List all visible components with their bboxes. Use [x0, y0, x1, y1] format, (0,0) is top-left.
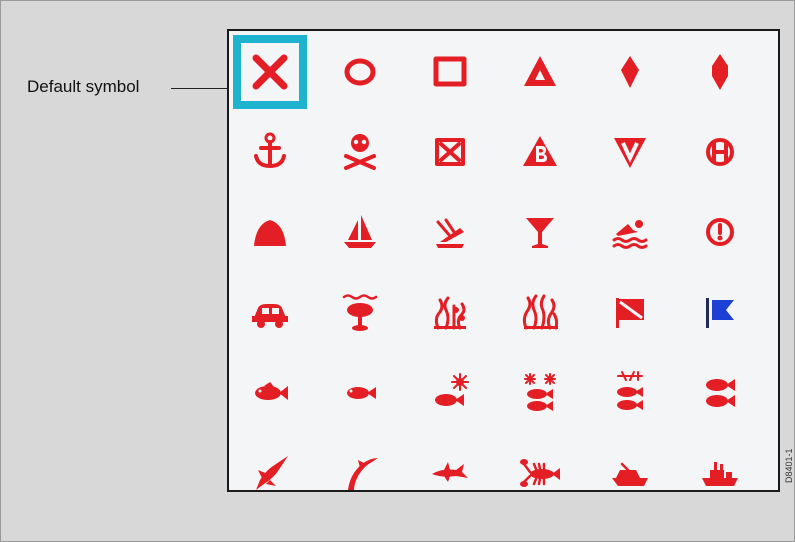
symbol-fish-small[interactable]	[323, 355, 397, 429]
symbol-square[interactable]	[413, 35, 487, 109]
symbol-fish-sun[interactable]	[413, 355, 487, 429]
symbol-shark[interactable]	[413, 435, 487, 509]
fish-sun-icon	[435, 373, 469, 406]
symbol-two-fish[interactable]	[683, 355, 757, 429]
diamond-icon	[621, 56, 639, 88]
kelp-icon	[522, 294, 559, 330]
fish-icon	[255, 382, 288, 400]
two-fish-stars-icon	[524, 373, 556, 411]
symbol-fish[interactable]	[233, 355, 307, 429]
symbol-diamond[interactable]	[593, 35, 667, 109]
boxed-x-icon	[435, 138, 465, 166]
symbol-sailboat[interactable]	[323, 195, 397, 269]
dive-flag-icon	[616, 298, 644, 328]
symbol-two-fish-stars[interactable]	[503, 355, 577, 429]
alpha-flag-icon	[706, 298, 734, 328]
triangle-icon	[524, 56, 556, 86]
symbol-ship[interactable]	[683, 435, 757, 509]
triangle-b-icon	[523, 136, 557, 166]
circle-exclamation-icon	[706, 218, 734, 246]
symbol-cocktail[interactable]	[503, 195, 577, 269]
shark-icon	[432, 462, 468, 482]
symbol-circle-h[interactable]	[683, 115, 757, 189]
symbol-dive-flag[interactable]	[593, 275, 667, 349]
fish-small-icon	[347, 387, 376, 399]
symbol-skull-crossbones[interactable]	[323, 115, 397, 189]
dolphin-icon	[348, 458, 378, 490]
symbol-powerboat[interactable]	[593, 435, 667, 509]
rock-icon	[254, 220, 286, 246]
symbol-swimmer[interactable]	[593, 195, 667, 269]
two-fish-icon	[706, 379, 735, 407]
symbol-x-mark[interactable]	[233, 35, 307, 109]
two-fish-sun-icon	[617, 371, 643, 410]
symbol-lobster[interactable]	[503, 435, 577, 509]
default-symbol-callout-label: Default symbol	[27, 77, 140, 96]
x-mark-icon	[252, 54, 288, 90]
figure-canvas: Default symbol D8401-1	[0, 0, 795, 542]
symbol-palette	[227, 29, 780, 492]
symbol-two-fish-sun[interactable]	[593, 355, 667, 429]
symbol-triangle-down-v[interactable]	[593, 115, 667, 189]
skull-crossbones-icon	[344, 134, 376, 170]
swimmer-icon	[612, 220, 648, 249]
symbol-rock[interactable]	[233, 195, 307, 269]
symbol-car[interactable]	[233, 275, 307, 349]
circle-h-icon	[706, 138, 734, 166]
symbol-alpha-flag[interactable]	[683, 275, 757, 349]
symbol-palm-tree[interactable]	[323, 275, 397, 349]
symbol-wreck[interactable]	[413, 195, 487, 269]
symbol-triangle-b[interactable]	[503, 115, 577, 189]
symbol-seaweed[interactable]	[413, 275, 487, 349]
marlin-icon	[256, 456, 288, 490]
symbol-circle-exclamation[interactable]	[683, 195, 757, 269]
symbol-circle[interactable]	[323, 35, 397, 109]
symbol-diamond-tall[interactable]	[683, 35, 757, 109]
ship-icon	[702, 462, 738, 486]
car-icon	[252, 304, 288, 328]
figure-code: D8401-1	[784, 448, 794, 483]
palm-tree-icon	[342, 294, 378, 331]
symbol-boxed-x[interactable]	[413, 115, 487, 189]
symbol-anchor[interactable]	[233, 115, 307, 189]
powerboat-icon	[612, 462, 648, 486]
square-icon	[433, 56, 467, 87]
sailboat-icon	[344, 215, 376, 248]
anchor-icon	[254, 132, 286, 168]
triangle-down-v-icon	[614, 138, 646, 168]
symbol-triangle[interactable]	[503, 35, 577, 109]
diamond-tall-icon	[712, 54, 728, 90]
symbol-marlin[interactable]	[233, 435, 307, 509]
cocktail-icon	[526, 218, 554, 248]
circle-icon	[344, 58, 376, 86]
symbol-dolphin[interactable]	[323, 435, 397, 509]
wreck-icon	[436, 218, 464, 248]
lobster-icon	[520, 459, 560, 487]
seaweed-icon	[434, 296, 466, 330]
symbol-kelp[interactable]	[503, 275, 577, 349]
